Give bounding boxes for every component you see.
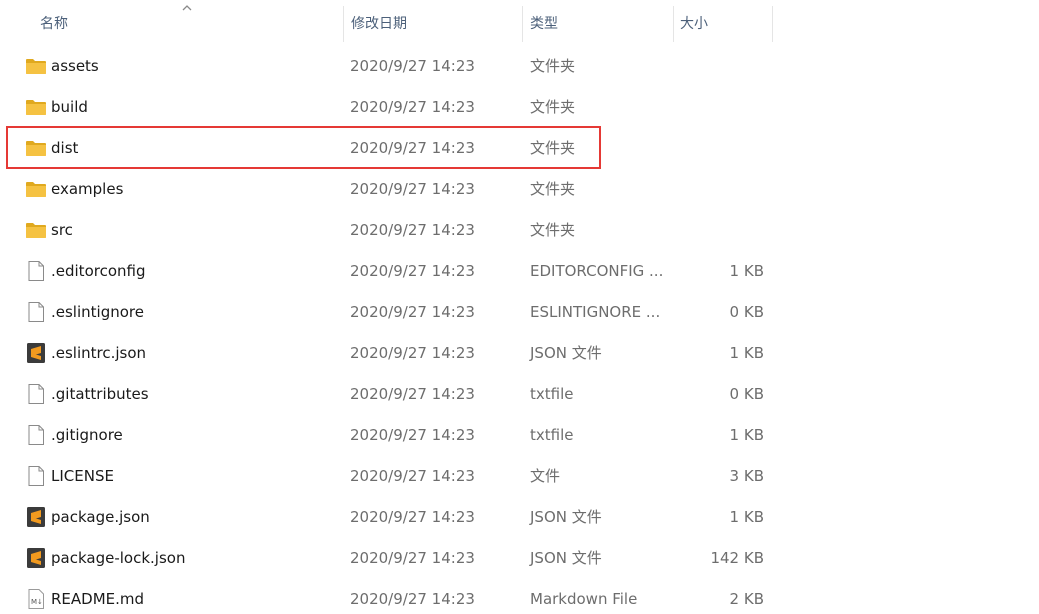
file-row[interactable]: build 2020/9/27 14:23 文件夹 (0, 87, 1039, 128)
file-list-view: 名称 修改日期 类型 大小 assets 2020/9/27 14:23 文件夹 bu… (0, 0, 1039, 614)
file-row[interactable]: package.json 2020/9/27 14:23 JSON 文件 1 KB (0, 497, 1039, 538)
file-type: Markdown File (530, 590, 638, 608)
file-row[interactable]: .editorconfig 2020/9/27 14:23 EDITORCONFIG… (0, 251, 1039, 292)
folder-icon (25, 138, 47, 158)
file-row[interactable]: LICENSE 2020/9/27 14:23 文件 3 KB (0, 456, 1039, 497)
file-type: 文件夹 (530, 139, 576, 157)
file-date: 2020/9/27 14:23 (350, 98, 475, 116)
svg-text:M↓: M↓ (31, 598, 43, 606)
file-date: 2020/9/27 14:23 (350, 57, 475, 75)
file-row[interactable]: M↓ README.md 2020/9/27 14:23 Markdown File 2… (0, 579, 1039, 614)
file-name: package-lock.json (51, 549, 186, 567)
file-date: 2020/9/27 14:23 (350, 385, 475, 403)
file-size: 1 KB (729, 426, 764, 444)
file-row[interactable]: .gitattributes 2020/9/27 14:23 txtfile 0 KB (0, 374, 1039, 415)
file-type: 文件 (530, 467, 561, 485)
file-size (680, 128, 764, 169)
file-type: txtfile (530, 426, 574, 444)
file-name: package.json (51, 508, 150, 526)
file-date: 2020/9/27 14:23 (350, 262, 475, 280)
file-name: README.md (51, 590, 145, 608)
file-name: .gitattributes (51, 385, 149, 403)
file-size: 1 KB (729, 344, 764, 362)
file-name: examples (51, 180, 124, 198)
file-size: 1 KB (729, 262, 764, 280)
file-name: .editorconfig (51, 262, 146, 280)
file-name: .eslintignore (51, 303, 144, 321)
file-size (680, 210, 764, 251)
file-date: 2020/9/27 14:23 (350, 467, 475, 485)
file-size: 0 KB (729, 385, 764, 403)
file-date: 2020/9/27 14:23 (350, 426, 475, 444)
column-header-type[interactable]: 类型 (523, 0, 673, 42)
sublime-file-icon (25, 343, 47, 363)
file-row[interactable]: .eslintignore 2020/9/27 14:23 ESLINTIGNORE… (0, 292, 1039, 333)
sublime-file-icon (25, 507, 47, 527)
file-size: 3 KB (729, 467, 764, 485)
file-row[interactable]: examples 2020/9/27 14:23 文件夹 (0, 169, 1039, 210)
file-date: 2020/9/27 14:23 (350, 549, 475, 567)
file-date: 2020/9/27 14:23 (350, 590, 475, 608)
file-row[interactable]: package-lock.json 2020/9/27 14:23 JSON 文件 1… (0, 538, 1039, 579)
file-name: assets (51, 57, 99, 75)
file-type: JSON 文件 (530, 549, 602, 567)
folder-icon (25, 220, 47, 240)
file-name: .gitignore (51, 426, 123, 444)
file-name: src (51, 221, 73, 239)
column-header-size[interactable]: 大小 (674, 0, 772, 42)
file-type: 文件夹 (530, 98, 576, 116)
file-type: txtfile (530, 385, 574, 403)
column-header-date[interactable]: 修改日期 (344, 0, 522, 42)
file-size (680, 169, 764, 210)
column-header-bar: 名称 修改日期 类型 大小 (0, 0, 1039, 44)
file-date: 2020/9/27 14:23 (350, 303, 475, 321)
file-name: LICENSE (51, 467, 114, 485)
file-type: 文件夹 (530, 57, 576, 75)
column-header-size-label: 大小 (680, 16, 708, 32)
file-date: 2020/9/27 14:23 (350, 221, 475, 239)
file-type: JSON 文件 (530, 344, 602, 362)
file-name: dist (51, 139, 79, 157)
file-row[interactable]: .eslintrc.json 2020/9/27 14:23 JSON 文件 1 KB (0, 333, 1039, 374)
markdown-file-icon: M↓ (25, 589, 47, 609)
column-header-name[interactable]: 名称 (0, 0, 343, 42)
file-size (680, 87, 764, 128)
file-icon (25, 425, 47, 445)
file-icon (25, 466, 47, 486)
folder-icon (25, 179, 47, 199)
file-row[interactable]: src 2020/9/27 14:23 文件夹 (0, 210, 1039, 251)
column-divider[interactable] (772, 6, 773, 42)
file-size: 0 KB (729, 303, 764, 321)
column-header-name-label: 名称 (40, 16, 68, 32)
file-icon (25, 302, 47, 322)
file-type: 文件夹 (530, 221, 576, 239)
column-header-type-label: 类型 (530, 16, 558, 32)
file-date: 2020/9/27 14:23 (350, 344, 475, 362)
file-row[interactable]: assets 2020/9/27 14:23 文件夹 (0, 46, 1039, 87)
file-size: 2 KB (729, 590, 764, 608)
file-type: ESLINTIGNORE ... (530, 303, 661, 321)
file-rows: assets 2020/9/27 14:23 文件夹 build 2020/9/27 1… (0, 46, 1039, 614)
folder-icon (25, 56, 47, 76)
folder-icon (25, 97, 47, 117)
file-row[interactable]: .gitignore 2020/9/27 14:23 txtfile 1 KB (0, 415, 1039, 456)
file-date: 2020/9/27 14:23 (350, 508, 475, 526)
file-icon (25, 261, 47, 281)
file-size (680, 46, 764, 87)
file-date: 2020/9/27 14:23 (350, 139, 475, 157)
file-name: build (51, 98, 88, 116)
file-type: 文件夹 (530, 180, 576, 198)
file-row[interactable]: dist 2020/9/27 14:23 文件夹 (0, 128, 1039, 169)
file-icon (25, 384, 47, 404)
column-header-date-label: 修改日期 (351, 16, 407, 32)
sublime-file-icon (25, 548, 47, 568)
file-size: 1 KB (729, 508, 764, 526)
file-size: 142 KB (710, 549, 764, 567)
file-type: JSON 文件 (530, 508, 602, 526)
file-date: 2020/9/27 14:23 (350, 180, 475, 198)
file-name: .eslintrc.json (51, 344, 147, 362)
file-type: EDITORCONFIG ... (530, 262, 664, 280)
sort-ascending-icon (182, 5, 192, 11)
